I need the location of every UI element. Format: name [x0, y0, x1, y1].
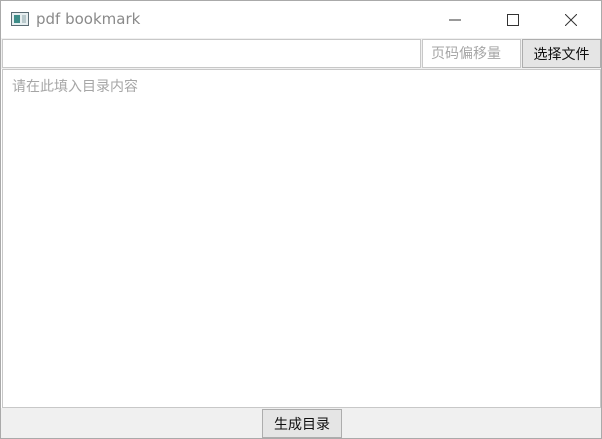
close-button[interactable] [548, 1, 594, 38]
file-path-input[interactable] [2, 39, 421, 68]
toc-content-textarea[interactable] [2, 69, 601, 408]
title-bar[interactable]: pdf bookmark [1, 1, 601, 38]
minimize-button[interactable] [432, 1, 478, 38]
bottom-bar: 生成目录 [1, 408, 601, 438]
maximize-icon [507, 13, 519, 26]
generate-toc-button[interactable]: 生成目录 [262, 409, 342, 438]
toolbar: 选择文件 [1, 38, 601, 69]
app-window: pdf bookmark 选择文件 生成目录 [0, 0, 602, 439]
minimize-icon [449, 19, 461, 20]
page-offset-input[interactable] [422, 39, 521, 68]
choose-file-button[interactable]: 选择文件 [522, 39, 601, 68]
window-title: pdf bookmark [36, 10, 141, 28]
app-window-icon [11, 12, 29, 26]
close-icon [565, 13, 577, 26]
maximize-button[interactable] [490, 1, 536, 38]
